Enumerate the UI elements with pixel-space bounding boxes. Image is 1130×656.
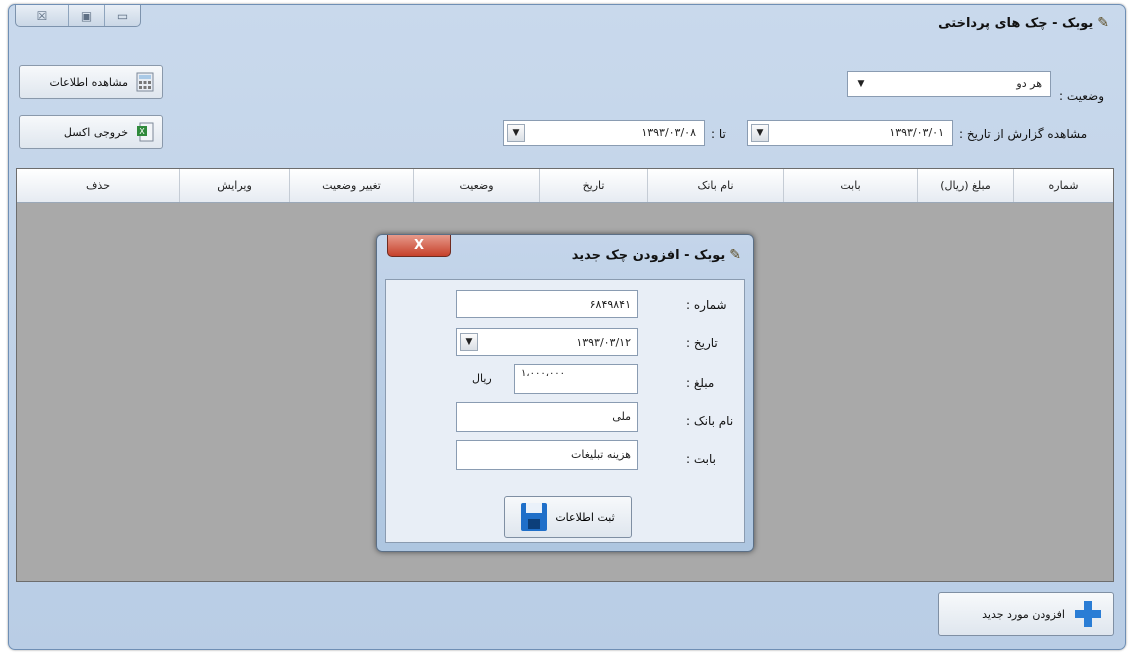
view-info-button[interactable]: مشاهده اطلاعات [19, 65, 163, 99]
view-info-label: مشاهده اطلاعات [49, 75, 128, 89]
excel-export-label: خروجی اکسل [63, 125, 128, 139]
bank-field[interactable]: ملی [456, 402, 638, 432]
add-new-button[interactable]: افزودن مورد جدید [938, 592, 1114, 636]
currency-label: ریال [472, 372, 492, 385]
amount-value: ۱،۰۰۰،۰۰۰ [521, 368, 566, 379]
dropdown-arrow-icon[interactable]: ▼ [460, 333, 478, 351]
app-logo-icon: ✎ [729, 247, 741, 263]
amount-field[interactable]: ۱،۰۰۰،۰۰۰ [514, 364, 638, 394]
dialog-close-button[interactable]: X [387, 235, 451, 257]
add-new-label: افزودن مورد جدید [982, 607, 1065, 621]
svg-text:X: X [139, 127, 145, 136]
report-from-label: مشاهده گزارش از تاریخ : [959, 127, 1088, 141]
date-label: تاریخ : [686, 336, 718, 350]
to-label: تا : [711, 127, 726, 141]
dropdown-arrow-icon[interactable]: ▼ [751, 124, 769, 142]
column-header[interactable]: ویرایش [179, 169, 289, 202]
column-header[interactable]: بابت [783, 169, 917, 202]
dialog-body: شماره : ۶۸۴۹۸۴۱ تاریخ : ▼ ۱۳۹۳/۰۳/۱۲ مبل… [385, 279, 745, 543]
date-value: ۱۳۹۳/۰۳/۱۲ [576, 336, 631, 349]
status-value: هر دو [1016, 77, 1042, 90]
column-header[interactable]: شماره [1013, 169, 1113, 202]
calculator-icon [134, 70, 156, 94]
date-picker[interactable]: ▼ ۱۳۹۳/۰۳/۱۲ [456, 328, 638, 356]
excel-icon: X [134, 120, 156, 144]
plus-icon [1075, 601, 1101, 627]
dialog-title: ✎ یوبک - افزودن چک جدید [572, 247, 741, 263]
window-title: ✎ یوبک - چک های پرداختی [938, 15, 1109, 31]
column-header[interactable]: تاریخ [539, 169, 647, 202]
title-bar: ☒ ▣ ▭ ✎ یوبک - چک های پرداختی [9, 5, 1125, 49]
maximize-window-button[interactable]: ▣ [68, 5, 104, 26]
number-label: شماره : [686, 298, 727, 312]
column-header[interactable]: حذف [17, 169, 179, 202]
save-button[interactable]: ثبت اطلاعات [504, 496, 632, 538]
column-header[interactable]: نام بانک [647, 169, 783, 202]
close-window-button[interactable]: ☒ [16, 5, 68, 26]
bank-value: ملی [612, 410, 631, 423]
column-header[interactable]: مبلغ (ریال) [917, 169, 1013, 202]
status-label: وضعیت : [1059, 89, 1105, 103]
app-logo-icon: ✎ [1097, 15, 1109, 31]
to-date-picker[interactable]: ▼ ۱۳۹۳/۰۳/۰۸ [503, 120, 705, 146]
dropdown-arrow-icon[interactable]: ▼ [507, 124, 525, 142]
dropdown-arrow-icon: ▼ [857, 79, 865, 89]
bank-label: نام بانک : [686, 414, 734, 428]
to-date-value: ۱۳۹۳/۰۳/۰۸ [641, 126, 696, 139]
column-header[interactable]: تغییر وضعیت [289, 169, 413, 202]
window-controls: ☒ ▣ ▭ [15, 5, 141, 27]
for-field[interactable]: هزینه تبلیغات [456, 440, 638, 470]
number-field[interactable]: ۶۸۴۹۸۴۱ [456, 290, 638, 318]
column-header[interactable]: وضعیت [413, 169, 539, 202]
from-date-picker[interactable]: ▼ ۱۳۹۳/۰۳/۰۱ [747, 120, 953, 146]
for-value: هزینه تبلیغات [570, 448, 631, 461]
add-check-dialog: X ✎ یوبک - افزودن چک جدید شماره : ۶۸۴۹۸۴… [376, 234, 754, 552]
minimize-window-button[interactable]: ▭ [104, 5, 140, 26]
dialog-title-text: یوبک - افزودن چک جدید [571, 247, 726, 263]
number-value: ۶۸۴۹۸۴۱ [589, 298, 631, 311]
grid-header: شماره مبلغ (ریال) بابت نام بانک تاریخ وض… [17, 169, 1113, 203]
status-select[interactable]: ▼ هر دو [847, 71, 1051, 97]
for-label: بابت : [686, 452, 716, 466]
save-icon [521, 503, 548, 531]
save-label: ثبت اطلاعات [555, 510, 615, 524]
amount-label: مبلغ : [686, 376, 715, 390]
window-title-text: یوبک - چک های پرداختی [938, 15, 1094, 31]
from-date-value: ۱۳۹۳/۰۳/۰۱ [889, 126, 944, 139]
excel-export-button[interactable]: خروجی اکسل X [19, 115, 163, 149]
